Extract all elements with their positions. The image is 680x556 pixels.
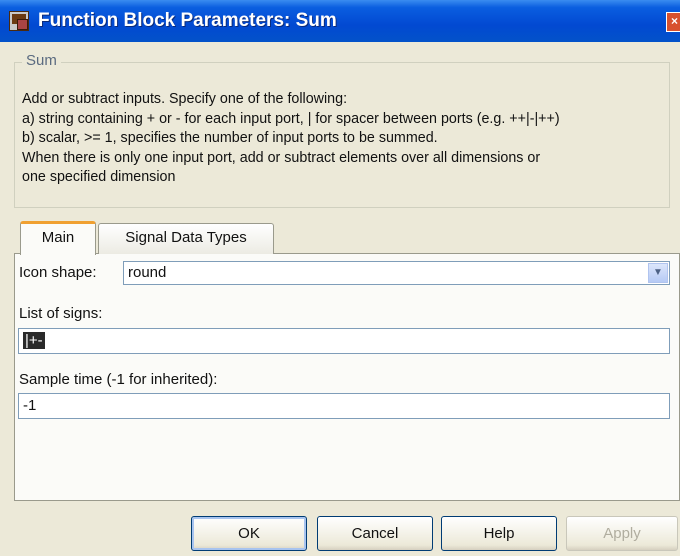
list-of-signs-field[interactable]: |+- [18,328,670,354]
list-of-signs-label: List of signs: [19,305,103,322]
window-title: Function Block Parameters: Sum [38,10,337,31]
tab-signal-data-types[interactable]: Signal Data Types [98,223,274,254]
ok-button[interactable]: OK [191,516,307,551]
sample-time-field[interactable]: -1 [18,393,670,419]
icon-shape-label: Icon shape: [19,264,97,281]
simulink-app-icon [9,11,29,31]
cancel-button[interactable]: Cancel [317,516,433,551]
chevron-down-icon[interactable]: ▼ [648,263,668,283]
description-line: When there is only one input port, add o… [22,149,541,166]
block-description: Add or subtract inputs. Specify one of t… [22,90,672,188]
description-line: one specified dimension [22,169,176,185]
title-bar[interactable]: Function Block Parameters: Sum × [0,0,680,42]
description-line: b) scalar, >= 1, specifies the number of… [22,130,438,146]
help-button[interactable]: Help [441,516,557,551]
icon-shape-select[interactable]: round ▼ [123,261,670,285]
description-line: a) string containing + or - for each inp… [22,110,560,127]
close-icon[interactable]: × [666,12,680,32]
description-line: Add or subtract inputs. Specify one of t… [22,91,348,107]
list-of-signs-value: |+- [23,332,45,349]
sample-time-value: -1 [23,397,37,414]
tab-main[interactable]: Main [20,221,96,255]
icon-shape-value: round [128,264,167,281]
apply-button[interactable]: Apply [566,516,678,551]
sample-time-label: Sample time (-1 for inherited): [19,371,218,388]
group-legend: Sum [22,52,61,70]
